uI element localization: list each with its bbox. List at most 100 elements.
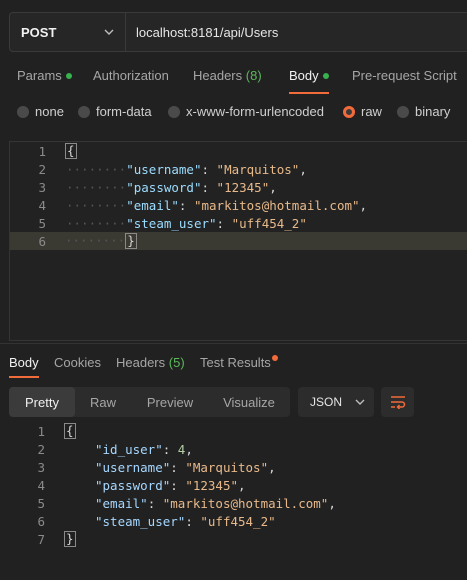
response-line: 4 "password": "12345",	[9, 476, 467, 494]
line-number: 3	[38, 179, 46, 195]
line-number: 2	[38, 161, 46, 177]
tab-body-label: Body	[289, 68, 319, 83]
editor-line: 2 ········"username": "Marquitos",	[10, 160, 467, 178]
json-value: "uff454_2"	[200, 513, 276, 529]
radio-circle	[397, 105, 409, 118]
response-headers-count: (5)	[168, 355, 185, 370]
request-bar: POST localhost:8181/api/Users	[9, 12, 467, 52]
json-value: "uff454_2"	[231, 215, 307, 231]
editor-line-current: 6 ········}	[10, 232, 467, 250]
open-brace: {	[65, 143, 77, 159]
chevron-down-icon	[355, 399, 365, 405]
wrap-lines-button[interactable]	[381, 387, 414, 417]
body-type-radios: none form-data x-www-form-urlencoded raw…	[0, 102, 467, 122]
response-line: 1 {	[9, 422, 467, 440]
tab-test-results[interactable]: Test Results	[200, 355, 278, 370]
radio-circle-selected	[343, 105, 355, 118]
json-comma: ,	[185, 441, 193, 457]
tab-params-label: Params	[17, 68, 62, 83]
body-active-dot	[322, 72, 329, 79]
editor-line: 1 {	[10, 142, 467, 160]
response-line: 5 "email": "markitos@hotmail.com",	[9, 494, 467, 512]
tab-headers-label: Headers	[193, 68, 243, 83]
open-brace: {	[64, 423, 76, 439]
json-key: "email"	[126, 197, 179, 213]
visualize-button[interactable]: Visualize	[213, 387, 285, 417]
chevron-down-icon	[104, 29, 114, 35]
json-key: "id_user"	[95, 441, 163, 457]
tab-headers[interactable]: Headers (8)	[193, 68, 262, 83]
radio-raw-label: raw	[361, 104, 382, 119]
json-key: "password"	[95, 477, 171, 493]
response-body-viewer: 1 { 2 "id_user": 4, 3 "username": "Marqu…	[9, 422, 467, 562]
json-value: "markitos@hotmail.com"	[162, 495, 329, 511]
tab-response-body[interactable]: Body	[9, 355, 39, 370]
preview-button[interactable]: Preview	[135, 387, 205, 417]
radio-none[interactable]: none	[17, 104, 64, 119]
format-dropdown[interactable]: JSON	[298, 387, 374, 417]
response-line: 6 "steam_user": "uff454_2"	[9, 512, 467, 530]
pretty-button[interactable]: Pretty	[9, 387, 75, 417]
tab-authorization[interactable]: Authorization	[93, 68, 169, 83]
radio-urlencoded[interactable]: x-www-form-urlencoded	[168, 104, 324, 119]
radio-circle	[78, 105, 90, 118]
line-number: 1	[37, 423, 45, 439]
test-results-dot	[271, 355, 278, 361]
json-value: "Marquitos"	[216, 161, 300, 177]
json-key: "steam_user"	[126, 215, 217, 231]
json-key: "username"	[95, 459, 171, 475]
line-number: 1	[38, 143, 46, 159]
json-value: "12345"	[216, 179, 270, 195]
json-comma: ,	[268, 459, 276, 475]
request-body-editor[interactable]: 1 { 2 ········"username": "Marquitos", 3…	[9, 141, 467, 341]
json-key: "email"	[95, 495, 148, 511]
editor-line: 5 ········"steam_user": "uff454_2"	[10, 214, 467, 232]
json-key: "steam_user"	[95, 513, 186, 529]
url-input[interactable]: localhost:8181/api/Users	[126, 13, 278, 51]
json-comma: ,	[269, 179, 277, 195]
pane-divider[interactable]	[0, 343, 467, 344]
radio-raw[interactable]: raw	[343, 104, 382, 119]
line-number: 5	[38, 215, 46, 231]
json-value: "12345"	[185, 477, 239, 493]
radio-urlencoded-label: x-www-form-urlencoded	[186, 104, 324, 119]
radio-binary-label: binary	[415, 104, 451, 119]
tab-test-results-label: Test Results	[200, 355, 271, 370]
wrap-lines-icon	[390, 396, 405, 409]
tab-cookies[interactable]: Cookies	[54, 355, 101, 370]
editor-line: 3 ········"password": "12345",	[10, 178, 467, 196]
tab-response-headers[interactable]: Headers (5)	[116, 355, 185, 370]
format-label: JSON	[310, 395, 343, 409]
response-tabs: Body Cookies Headers (5) Test Results	[0, 348, 467, 380]
response-line: 2 "id_user": 4,	[9, 440, 467, 458]
tab-params[interactable]: Params	[17, 68, 72, 83]
method-label: POST	[21, 24, 57, 40]
json-comma: ,	[299, 161, 307, 177]
tab-response-headers-label: Headers	[116, 355, 166, 370]
radio-binary[interactable]: binary	[397, 104, 450, 119]
json-value: "Marquitos"	[185, 459, 269, 475]
close-brace: }	[64, 531, 76, 547]
radio-form-data-label: form-data	[96, 104, 152, 119]
radio-form-data[interactable]: form-data	[78, 104, 152, 119]
tab-pre-request-script[interactable]: Pre-request Script	[352, 68, 457, 83]
response-line: 3 "username": "Marquitos",	[9, 458, 467, 476]
json-value: "markitos@hotmail.com"	[193, 197, 360, 213]
headers-count: (8)	[245, 68, 262, 83]
line-number: 2	[37, 441, 45, 457]
method-dropdown[interactable]: POST	[10, 13, 126, 51]
response-line: 7 }	[9, 530, 467, 548]
radio-none-label: none	[35, 104, 64, 119]
params-active-dot	[65, 72, 72, 79]
line-number: 3	[37, 459, 45, 475]
tab-body[interactable]: Body	[289, 68, 329, 83]
json-comma: ,	[238, 477, 246, 493]
json-comma: ,	[359, 197, 368, 213]
radio-circle	[168, 105, 180, 118]
json-key: "password"	[126, 179, 202, 195]
line-number: 5	[37, 495, 45, 511]
radio-circle	[17, 105, 29, 118]
line-number: 7	[37, 531, 45, 547]
raw-button[interactable]: Raw	[79, 387, 127, 417]
line-number: 6	[37, 513, 45, 529]
